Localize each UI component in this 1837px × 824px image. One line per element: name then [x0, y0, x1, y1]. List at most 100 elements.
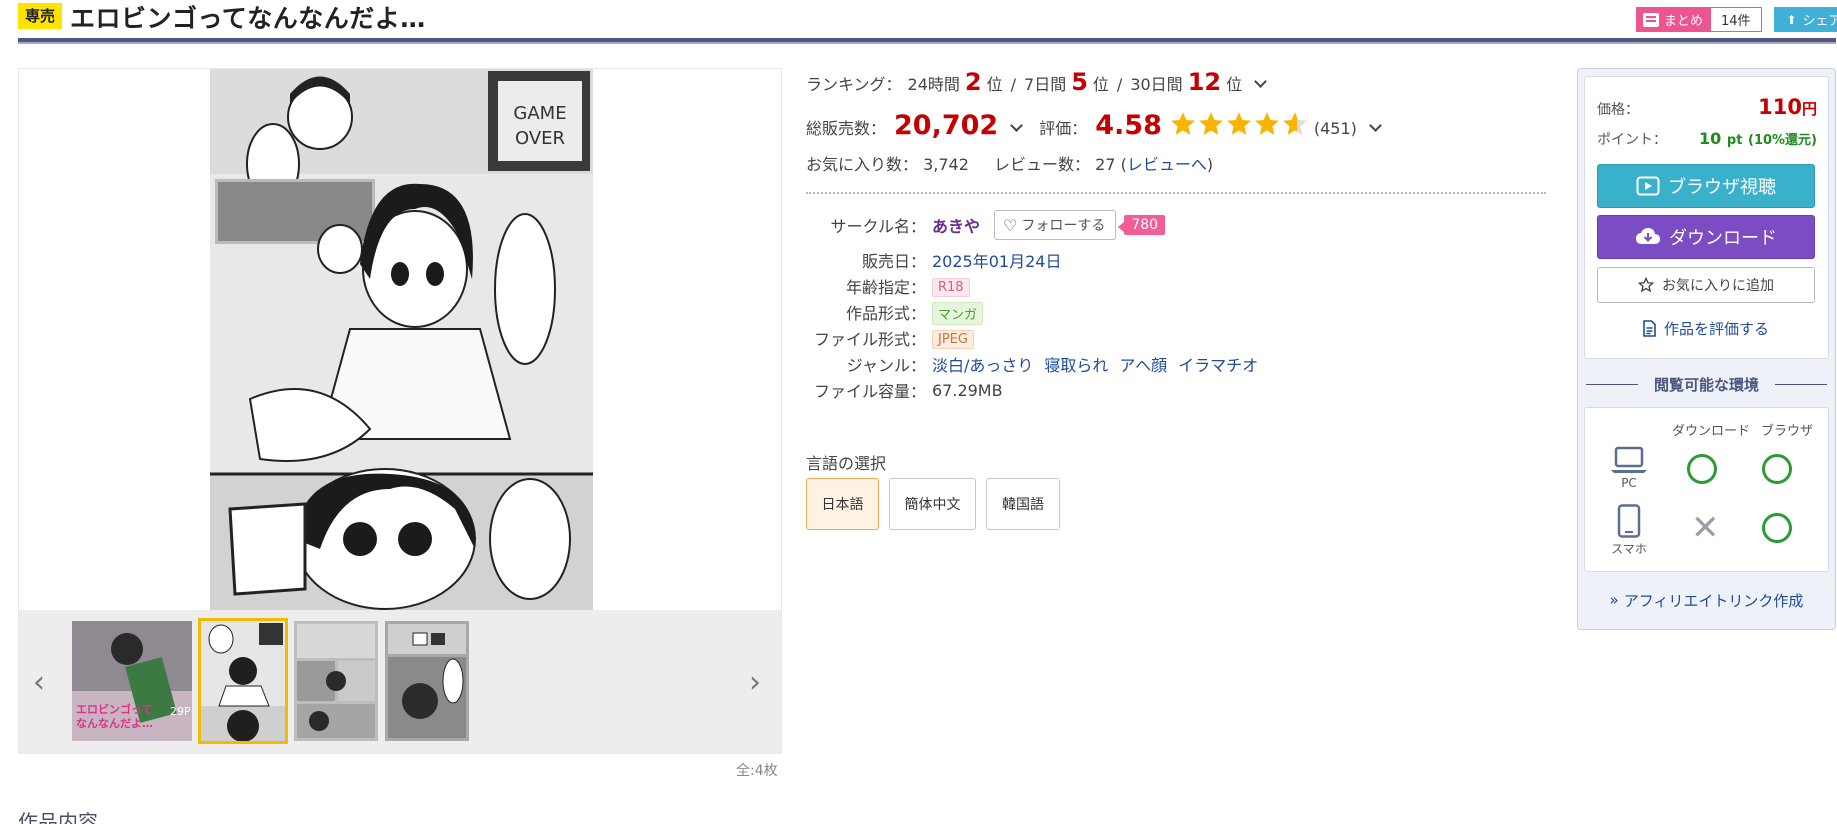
sales-chevron-down-icon[interactable]	[1010, 119, 1024, 132]
cover-thumbnail-image: エロビンゴって なんなんだよ… 29P	[72, 621, 192, 741]
circle-key: サークル名：	[830, 217, 926, 236]
laptop-icon	[1604, 446, 1654, 474]
affiliate-label: アフィリエイトリンク作成	[1623, 591, 1804, 610]
image-gallery: GAME OVER ‹ エロビンゴって なんなんだよ… 29P ›	[18, 68, 782, 754]
add-favorite-button[interactable]: お気に入りに追加	[1597, 267, 1815, 303]
sales-label: 総販売数：	[806, 119, 887, 138]
manga-page-illustration: GAME OVER	[210, 69, 593, 610]
double-chevron-right-icon: »	[1609, 591, 1619, 609]
reviews-value: 27	[1095, 155, 1116, 174]
ranking-separator: /	[1116, 75, 1123, 94]
rating-stars	[1170, 111, 1310, 137]
page-1-thumbnail-image	[201, 621, 285, 741]
svg-text:OVER: OVER	[515, 128, 565, 149]
pc-download-available-icon	[1687, 454, 1717, 484]
thumbnail-cover[interactable]: エロビンゴって なんなんだよ… 29P	[72, 621, 192, 741]
ranking-7d-value: 5	[1071, 68, 1088, 96]
thumbnail-page-2[interactable]	[294, 621, 378, 741]
star-icon	[1170, 112, 1195, 135]
point-rate: (10%還元)	[1748, 133, 1817, 148]
matome-count: 14件	[1721, 14, 1751, 29]
circle-name-link[interactable]: あきや	[932, 213, 980, 237]
spec-row-format: 作品形式： マンガ	[806, 300, 984, 325]
svg-text:エロビンゴって: エロビンゴって	[76, 702, 152, 716]
genre-link[interactable]: 寝取られ	[1044, 352, 1108, 376]
genre-link[interactable]: 淡白/あっさり	[932, 352, 1033, 376]
environment-table: ダウンロード ブラウザ PC スマホ ✕	[1584, 407, 1829, 572]
share-button[interactable]: ⬆ シェア	[1774, 7, 1837, 32]
matome-icon	[1643, 12, 1659, 27]
language-title: 言語の選択	[806, 454, 887, 473]
follow-count-badge: 780	[1118, 215, 1166, 235]
age-rating-tag[interactable]: R18	[932, 277, 970, 297]
phone-browser-available-icon	[1762, 513, 1792, 543]
favorites-label: お気に入り数：	[806, 155, 919, 174]
title-divider	[18, 38, 1836, 44]
add-favorite-label: お気に入りに追加	[1662, 278, 1774, 294]
sales-value: 20,702	[894, 110, 999, 141]
star-icon	[1226, 112, 1251, 135]
point-row: ポイント： 10 pt (10%還元)	[1597, 129, 1817, 149]
spec-row-filesize: ファイル容量： 67.29MB	[806, 378, 1003, 402]
point-value: 10	[1699, 129, 1722, 148]
svg-text:29P: 29P	[170, 705, 191, 718]
env-download-header: ダウンロード	[1672, 424, 1751, 439]
favorites-value: 3,742	[923, 155, 969, 174]
thumbnail-page-1[interactable]	[198, 618, 288, 744]
price-label: 価格：	[1597, 102, 1639, 118]
ranking-24h-value: 2	[964, 68, 982, 96]
share-label: シェア	[1802, 14, 1837, 29]
follow-button[interactable]: ♡ フォローする	[994, 210, 1117, 240]
purchase-panel: 価格： 110円 ポイント： 10 pt (10%還元) ブラウザ視聴 ダウンロ…	[1577, 68, 1836, 630]
star-outline-icon	[1638, 277, 1654, 293]
ranking-unit: 位	[1092, 75, 1109, 94]
sales-row: 総販売数： 20,702 評価： 4.58 (451)	[806, 108, 1382, 141]
smartphone-icon	[1604, 504, 1654, 538]
filetype-tag[interactable]: JPEG	[932, 329, 974, 349]
language-option-zh[interactable]: 簡体中文	[889, 478, 976, 530]
purchase-box: 価格： 110円 ポイント： 10 pt (10%還元) ブラウザ視聴 ダウンロ…	[1584, 76, 1829, 359]
svg-text:なんなんだよ…: なんなんだよ…	[76, 717, 153, 730]
genre-link[interactable]: アヘ顔	[1119, 352, 1167, 376]
image-count: 全:4枚	[736, 763, 778, 779]
release-date-link[interactable]: 2025年01月24日	[932, 248, 1061, 272]
affiliate-link[interactable]: » アフィリエイトリンク作成	[1584, 585, 1829, 615]
page-title: エロビンゴってなんなんだよ…	[70, 4, 426, 33]
download-label: ダウンロード	[1669, 228, 1777, 249]
language-option-ko[interactable]: 韓国語	[986, 478, 1060, 530]
language-options: 日本語 簡体中文 韓国語	[806, 478, 1070, 530]
rate-work-button[interactable]: 作品を評価する	[1597, 313, 1815, 343]
language-option-ja[interactable]: 日本語	[806, 478, 879, 530]
rating-value: 4.58	[1095, 110, 1162, 141]
matome-button[interactable]: まとめ 14件	[1636, 7, 1762, 32]
ranking-30d-value: 12	[1187, 68, 1222, 96]
format-tag[interactable]: マンガ	[932, 301, 984, 325]
favorites-row: お気に入り数： 3,742 レビュー数： 27 (レビューへ)	[806, 155, 1214, 174]
env-browser-header: ブラウザ	[1761, 424, 1814, 439]
ranking-7d-label: 7日間	[1024, 75, 1067, 94]
matome-label: まとめ	[1664, 14, 1704, 29]
env-pc-row-label: PC	[1604, 446, 1654, 490]
rate-work-label: 作品を評価する	[1663, 319, 1769, 338]
download-button[interactable]: ダウンロード	[1597, 215, 1815, 259]
rating-chevron-down-icon[interactable]	[1369, 119, 1382, 132]
rating-count: (451)	[1313, 119, 1357, 138]
info-divider	[806, 192, 1546, 194]
date-key: 販売日：	[861, 252, 926, 271]
ranking-chevron-down-icon[interactable]	[1254, 75, 1267, 88]
browser-view-label: ブラウザ視聴	[1668, 177, 1776, 198]
next-image-button[interactable]: ›	[749, 668, 761, 698]
exclusive-badge: 専売	[18, 3, 63, 29]
price-row: 価格： 110円	[1597, 95, 1817, 119]
filesize-value: 67.29MB	[932, 380, 1003, 400]
ranking-24h-label: 24時間	[907, 75, 960, 94]
prev-image-button[interactable]: ‹	[33, 668, 45, 698]
spec-row-filetype: ファイル形式： JPEG	[806, 326, 974, 350]
reviews-link[interactable]: レビューへ	[1127, 155, 1207, 174]
ranking-unit: 位	[986, 75, 1003, 94]
filesize-key: ファイル容量：	[813, 382, 926, 401]
thumbnail-page-3[interactable]	[385, 621, 469, 741]
browser-view-button[interactable]: ブラウザ視聴	[1597, 164, 1815, 208]
genre-link[interactable]: イラマチオ	[1178, 352, 1258, 376]
main-product-image[interactable]: GAME OVER	[210, 69, 593, 610]
